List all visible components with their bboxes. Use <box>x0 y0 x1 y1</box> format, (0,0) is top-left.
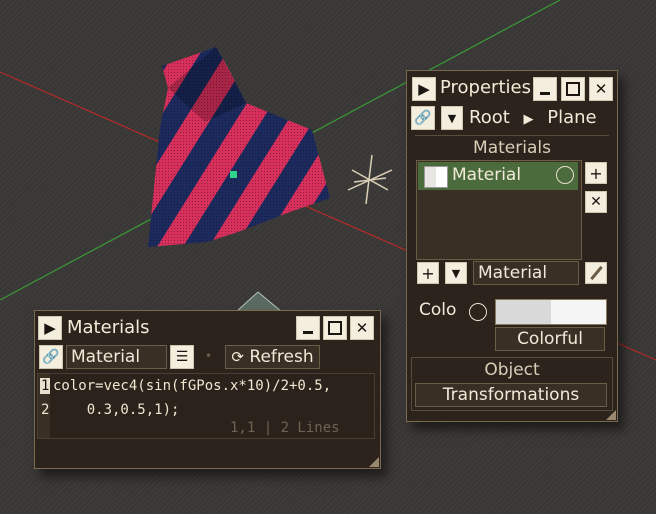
3d-object[interactable] <box>148 47 330 247</box>
material-dropdown-button[interactable]: ▼ <box>445 262 467 284</box>
add-material-button[interactable]: + <box>585 162 607 184</box>
remove-icon: ✕ <box>590 194 602 210</box>
play-icon: ▶ <box>418 80 430 98</box>
materials-window[interactable]: ▶ Materials ✕ 🔗 Material ☰ • ⟳ Refresh 1… <box>34 310 381 469</box>
refresh-icon: ⟳ <box>231 348 244 366</box>
properties-title: Properties <box>440 77 531 98</box>
colorful-button[interactable]: Colorful <box>495 327 605 351</box>
chevron-down-icon: ▼ <box>447 111 457 125</box>
link-button[interactable]: 🔗 <box>411 106 435 130</box>
material-swatch <box>424 166 448 188</box>
resize-handle[interactable] <box>369 457 379 467</box>
transformations-button[interactable]: Transformations <box>415 383 607 407</box>
code-editor[interactable]: 1 color=vec4(sin(fGPos.x*10)/2+0.5, 2 0.… <box>37 373 375 439</box>
link-icon: 🔗 <box>414 110 432 126</box>
materials-title: Materials <box>67 317 150 338</box>
material-dropdown[interactable]: Material <box>473 261 579 285</box>
material-item-label: Material <box>452 165 522 185</box>
document-icon: ☰ <box>175 349 189 365</box>
materials-section-header: Materials <box>415 135 609 158</box>
camera-gizmo-icon[interactable] <box>234 291 284 313</box>
breadcrumb-dropdown[interactable]: ▼ <box>441 106 463 130</box>
light-gizmo-icon[interactable] <box>347 154 393 205</box>
color-label: Colo <box>419 300 457 320</box>
refresh-button[interactable]: ⟳ Refresh <box>225 345 320 369</box>
properties-window[interactable]: ▶ Properties ✕ 🔗 ▼ Root ▶ Plane Material… <box>406 70 618 422</box>
close-icon: ✕ <box>355 319 369 337</box>
code-line[interactable]: color=vec4(sin(fGPos.x*10)/2+0.5, <box>53 378 331 394</box>
brush-button[interactable] <box>585 262 607 284</box>
play-icon: ▶ <box>44 319 56 337</box>
link-button[interactable]: 🔗 <box>39 345 63 369</box>
materials-list[interactable]: Material <box>416 160 582 260</box>
minimize-icon <box>303 330 313 334</box>
brush-icon <box>589 265 603 281</box>
list-item[interactable]: Material <box>418 162 578 190</box>
maximize-icon <box>566 82 580 96</box>
code-line[interactable]: 0.3,0.5,1); <box>53 402 180 418</box>
palette-icon[interactable] <box>556 166 574 184</box>
line-number: 1 <box>40 378 51 394</box>
properties-titlebar[interactable]: ▶ Properties ✕ <box>407 71 617 105</box>
origin-marker <box>230 171 237 178</box>
add-slot-button[interactable]: + <box>417 262 439 284</box>
plus-icon: + <box>589 163 603 183</box>
maximize-icon <box>328 321 342 335</box>
chevron-right-icon: ▶ <box>523 112 534 127</box>
collapse-button[interactable]: ▶ <box>38 316 62 340</box>
close-button[interactable]: ✕ <box>589 77 613 101</box>
palette-icon[interactable] <box>469 303 487 321</box>
chevron-down-icon: ▼ <box>451 266 461 280</box>
maximize-button[interactable] <box>561 77 585 101</box>
line-number: 2 <box>41 402 50 418</box>
minimize-icon <box>540 91 550 95</box>
close-button[interactable]: ✕ <box>350 316 374 340</box>
remove-material-button[interactable]: ✕ <box>585 191 607 213</box>
breadcrumb: Root ▶ Plane <box>469 107 597 128</box>
object-section-header: Object <box>484 360 540 380</box>
color-swatch[interactable] <box>495 299 607 325</box>
link-icon: 🔗 <box>42 349 60 365</box>
collapse-button[interactable]: ▶ <box>412 77 436 101</box>
refresh-label: Refresh <box>249 347 314 367</box>
plus-icon: + <box>421 263 435 283</box>
breadcrumb-root[interactable]: Root <box>469 107 510 128</box>
materials-titlebar[interactable]: ▶ Materials ✕ <box>35 311 380 345</box>
close-icon: ✕ <box>594 80 608 98</box>
resize-handle[interactable] <box>606 410 616 420</box>
separator-dot: • <box>205 349 213 363</box>
maximize-button[interactable] <box>323 316 347 340</box>
minimize-button[interactable] <box>533 77 557 101</box>
breadcrumb-child[interactable]: Plane <box>547 107 596 128</box>
editor-status: 1,1 | 2 Lines <box>230 420 340 436</box>
material-name-field[interactable]: Material <box>66 345 167 369</box>
notes-button[interactable]: ☰ <box>170 345 194 369</box>
minimize-button[interactable] <box>296 316 320 340</box>
